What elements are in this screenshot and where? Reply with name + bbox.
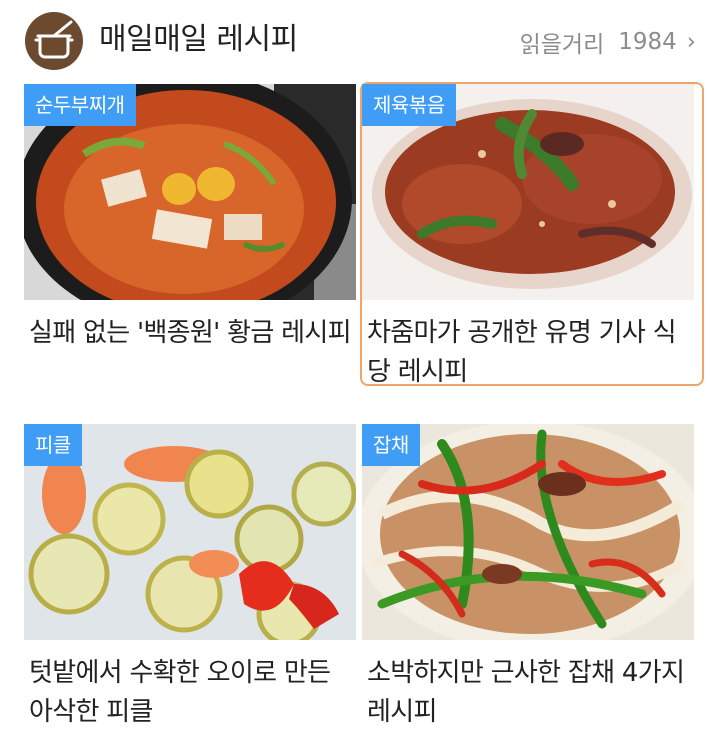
recipe-tag: 잡채 [362, 424, 420, 466]
page-title: 매일매일 레시피 [99, 22, 298, 57]
recipe-tag: 피클 [24, 424, 82, 466]
recipe-caption: 차줌마가 공개한 유명 기사 식당 레시피 [367, 318, 677, 387]
recipe-tag: 제육볶음 [362, 84, 456, 126]
recipe-card[interactable]: 잡채 소박하지만 근사한 잡채 4가지 레시피 [362, 424, 702, 727]
more-label: 읽을거리 [519, 32, 605, 58]
chevron-right-icon: › [686, 29, 696, 55]
cooking-pot-icon [25, 12, 83, 70]
recipe-card[interactable]: 순두부찌개 실패 없는 '백종원' 황금 레시피 [24, 84, 364, 384]
more-link[interactable]: 읽을거리 1984 › [520, 24, 696, 60]
recipe-caption: 실패 없는 '백종원' 황금 레시피 [29, 318, 351, 348]
recipe-caption: 텃밭에서 수확한 오이로 만든 아삭한 피클 [29, 658, 331, 727]
header: 매일매일 레시피 읽을거리 1984 › [0, 0, 720, 84]
recipe-card[interactable]: 피클 텃밭에서 수확한 오이로 만든 아삭한 피클 [24, 424, 364, 727]
recipe-tag: 순두부찌개 [24, 84, 136, 126]
more-count: 1984 [618, 29, 677, 55]
recipe-card[interactable]: 제육볶음 차줌마가 공개한 유명 기사 식당 레시피 [360, 82, 704, 387]
recipe-caption: 소박하지만 근사한 잡채 4가지 레시피 [367, 658, 685, 727]
